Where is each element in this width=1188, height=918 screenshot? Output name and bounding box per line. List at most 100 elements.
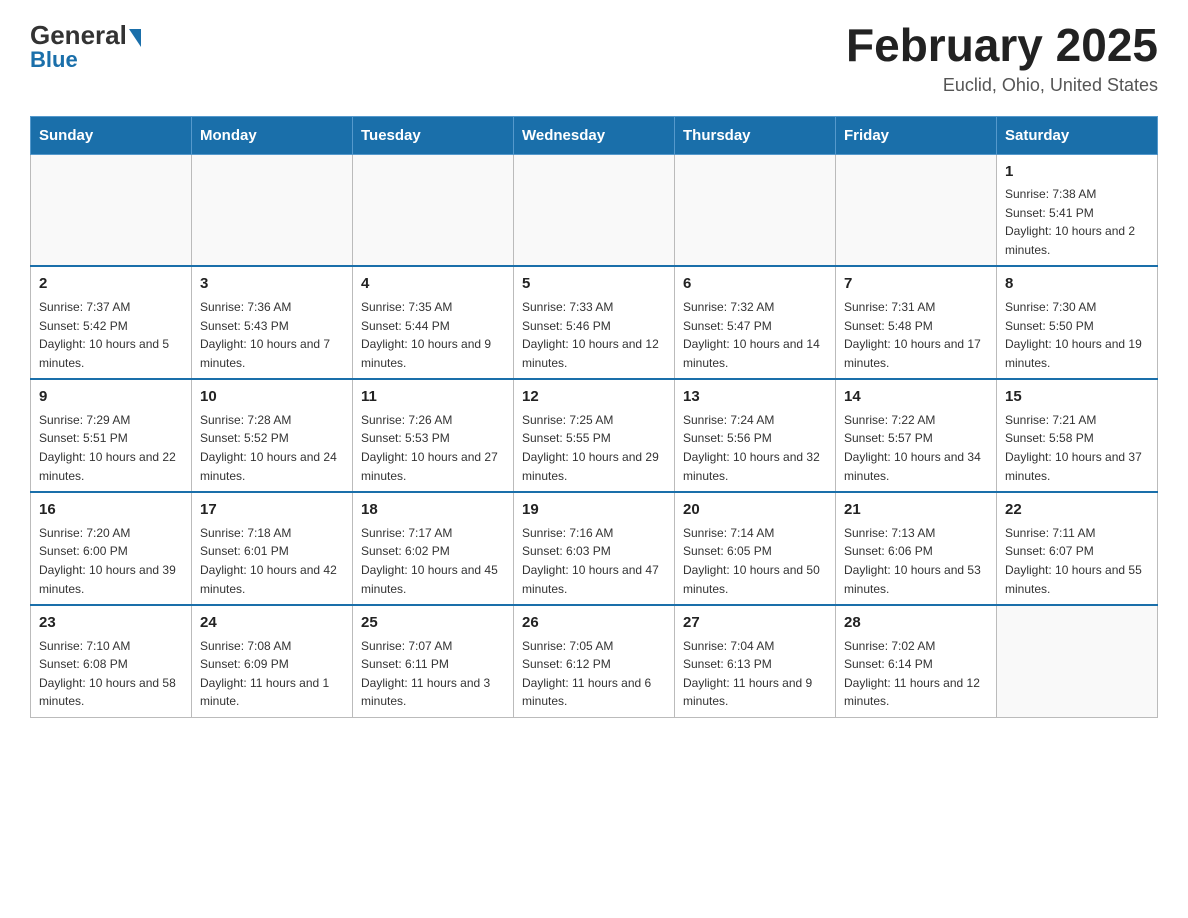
calendar-day-cell: 19Sunrise: 7:16 AMSunset: 6:03 PMDayligh… (514, 492, 675, 605)
day-number: 10 (200, 386, 344, 409)
calendar-table: SundayMondayTuesdayWednesdayThursdayFrid… (30, 116, 1158, 718)
logo-blue-text: Blue (30, 47, 78, 73)
day-number: 7 (844, 273, 988, 296)
day-info: Sunrise: 7:37 AMSunset: 5:42 PMDaylight:… (39, 298, 183, 372)
location-label: Euclid, Ohio, United States (846, 75, 1158, 96)
day-number: 14 (844, 386, 988, 409)
calendar-day-cell (675, 154, 836, 266)
day-number: 6 (683, 273, 827, 296)
day-info: Sunrise: 7:18 AMSunset: 6:01 PMDaylight:… (200, 524, 344, 598)
calendar-day-cell: 22Sunrise: 7:11 AMSunset: 6:07 PMDayligh… (997, 492, 1158, 605)
calendar-day-cell: 8Sunrise: 7:30 AMSunset: 5:50 PMDaylight… (997, 266, 1158, 379)
day-number: 16 (39, 499, 183, 522)
calendar-body: 1Sunrise: 7:38 AMSunset: 5:41 PMDaylight… (31, 154, 1158, 717)
day-number: 8 (1005, 273, 1149, 296)
calendar-day-cell: 21Sunrise: 7:13 AMSunset: 6:06 PMDayligh… (836, 492, 997, 605)
weekday-header-saturday: Saturday (997, 116, 1158, 154)
calendar-week-row: 23Sunrise: 7:10 AMSunset: 6:08 PMDayligh… (31, 605, 1158, 717)
calendar-day-cell: 3Sunrise: 7:36 AMSunset: 5:43 PMDaylight… (192, 266, 353, 379)
calendar-day-cell: 15Sunrise: 7:21 AMSunset: 5:58 PMDayligh… (997, 379, 1158, 492)
calendar-day-cell (192, 154, 353, 266)
day-info: Sunrise: 7:08 AMSunset: 6:09 PMDaylight:… (200, 637, 344, 711)
calendar-day-cell: 5Sunrise: 7:33 AMSunset: 5:46 PMDaylight… (514, 266, 675, 379)
calendar-day-cell: 2Sunrise: 7:37 AMSunset: 5:42 PMDaylight… (31, 266, 192, 379)
day-info: Sunrise: 7:05 AMSunset: 6:12 PMDaylight:… (522, 637, 666, 711)
day-number: 18 (361, 499, 505, 522)
calendar-day-cell: 26Sunrise: 7:05 AMSunset: 6:12 PMDayligh… (514, 605, 675, 717)
day-info: Sunrise: 7:24 AMSunset: 5:56 PMDaylight:… (683, 411, 827, 485)
day-number: 21 (844, 499, 988, 522)
day-number: 20 (683, 499, 827, 522)
calendar-day-cell: 27Sunrise: 7:04 AMSunset: 6:13 PMDayligh… (675, 605, 836, 717)
logo: General Blue (30, 20, 141, 73)
calendar-day-cell: 12Sunrise: 7:25 AMSunset: 5:55 PMDayligh… (514, 379, 675, 492)
calendar-day-cell: 18Sunrise: 7:17 AMSunset: 6:02 PMDayligh… (353, 492, 514, 605)
calendar-day-cell: 14Sunrise: 7:22 AMSunset: 5:57 PMDayligh… (836, 379, 997, 492)
weekday-header-sunday: Sunday (31, 116, 192, 154)
day-number: 11 (361, 386, 505, 409)
calendar-day-cell (836, 154, 997, 266)
calendar-day-cell: 25Sunrise: 7:07 AMSunset: 6:11 PMDayligh… (353, 605, 514, 717)
day-info: Sunrise: 7:25 AMSunset: 5:55 PMDaylight:… (522, 411, 666, 485)
calendar-day-cell: 23Sunrise: 7:10 AMSunset: 6:08 PMDayligh… (31, 605, 192, 717)
calendar-day-cell: 6Sunrise: 7:32 AMSunset: 5:47 PMDaylight… (675, 266, 836, 379)
calendar-day-cell: 4Sunrise: 7:35 AMSunset: 5:44 PMDaylight… (353, 266, 514, 379)
calendar-day-cell (514, 154, 675, 266)
day-number: 17 (200, 499, 344, 522)
calendar-day-cell: 13Sunrise: 7:24 AMSunset: 5:56 PMDayligh… (675, 379, 836, 492)
calendar-day-cell (353, 154, 514, 266)
page-header: General Blue February 2025 Euclid, Ohio,… (30, 20, 1158, 96)
day-number: 15 (1005, 386, 1149, 409)
calendar-day-cell: 11Sunrise: 7:26 AMSunset: 5:53 PMDayligh… (353, 379, 514, 492)
day-info: Sunrise: 7:16 AMSunset: 6:03 PMDaylight:… (522, 524, 666, 598)
calendar-title: February 2025 (846, 20, 1158, 71)
day-number: 13 (683, 386, 827, 409)
calendar-day-cell: 24Sunrise: 7:08 AMSunset: 6:09 PMDayligh… (192, 605, 353, 717)
day-info: Sunrise: 7:07 AMSunset: 6:11 PMDaylight:… (361, 637, 505, 711)
day-info: Sunrise: 7:02 AMSunset: 6:14 PMDaylight:… (844, 637, 988, 711)
day-number: 22 (1005, 499, 1149, 522)
day-info: Sunrise: 7:29 AMSunset: 5:51 PMDaylight:… (39, 411, 183, 485)
calendar-day-cell (997, 605, 1158, 717)
weekday-header-wednesday: Wednesday (514, 116, 675, 154)
calendar-week-row: 16Sunrise: 7:20 AMSunset: 6:00 PMDayligh… (31, 492, 1158, 605)
day-info: Sunrise: 7:14 AMSunset: 6:05 PMDaylight:… (683, 524, 827, 598)
day-info: Sunrise: 7:31 AMSunset: 5:48 PMDaylight:… (844, 298, 988, 372)
weekday-header-row: SundayMondayTuesdayWednesdayThursdayFrid… (31, 116, 1158, 154)
day-info: Sunrise: 7:10 AMSunset: 6:08 PMDaylight:… (39, 637, 183, 711)
day-number: 3 (200, 273, 344, 296)
day-number: 1 (1005, 161, 1149, 184)
day-number: 12 (522, 386, 666, 409)
day-number: 5 (522, 273, 666, 296)
day-number: 9 (39, 386, 183, 409)
day-number: 27 (683, 612, 827, 635)
day-info: Sunrise: 7:38 AMSunset: 5:41 PMDaylight:… (1005, 185, 1149, 259)
calendar-day-cell: 10Sunrise: 7:28 AMSunset: 5:52 PMDayligh… (192, 379, 353, 492)
day-info: Sunrise: 7:21 AMSunset: 5:58 PMDaylight:… (1005, 411, 1149, 485)
calendar-day-cell: 1Sunrise: 7:38 AMSunset: 5:41 PMDaylight… (997, 154, 1158, 266)
day-number: 28 (844, 612, 988, 635)
calendar-day-cell: 7Sunrise: 7:31 AMSunset: 5:48 PMDaylight… (836, 266, 997, 379)
weekday-header-friday: Friday (836, 116, 997, 154)
day-info: Sunrise: 7:17 AMSunset: 6:02 PMDaylight:… (361, 524, 505, 598)
day-info: Sunrise: 7:20 AMSunset: 6:00 PMDaylight:… (39, 524, 183, 598)
calendar-header: SundayMondayTuesdayWednesdayThursdayFrid… (31, 116, 1158, 154)
day-info: Sunrise: 7:11 AMSunset: 6:07 PMDaylight:… (1005, 524, 1149, 598)
calendar-day-cell: 16Sunrise: 7:20 AMSunset: 6:00 PMDayligh… (31, 492, 192, 605)
day-number: 4 (361, 273, 505, 296)
calendar-week-row: 1Sunrise: 7:38 AMSunset: 5:41 PMDaylight… (31, 154, 1158, 266)
day-number: 24 (200, 612, 344, 635)
day-info: Sunrise: 7:35 AMSunset: 5:44 PMDaylight:… (361, 298, 505, 372)
calendar-day-cell: 28Sunrise: 7:02 AMSunset: 6:14 PMDayligh… (836, 605, 997, 717)
calendar-day-cell: 17Sunrise: 7:18 AMSunset: 6:01 PMDayligh… (192, 492, 353, 605)
day-info: Sunrise: 7:26 AMSunset: 5:53 PMDaylight:… (361, 411, 505, 485)
weekday-header-tuesday: Tuesday (353, 116, 514, 154)
calendar-day-cell: 9Sunrise: 7:29 AMSunset: 5:51 PMDaylight… (31, 379, 192, 492)
day-info: Sunrise: 7:36 AMSunset: 5:43 PMDaylight:… (200, 298, 344, 372)
day-number: 19 (522, 499, 666, 522)
day-info: Sunrise: 7:32 AMSunset: 5:47 PMDaylight:… (683, 298, 827, 372)
day-number: 23 (39, 612, 183, 635)
calendar-week-row: 2Sunrise: 7:37 AMSunset: 5:42 PMDaylight… (31, 266, 1158, 379)
title-block: February 2025 Euclid, Ohio, United State… (846, 20, 1158, 96)
weekday-header-thursday: Thursday (675, 116, 836, 154)
